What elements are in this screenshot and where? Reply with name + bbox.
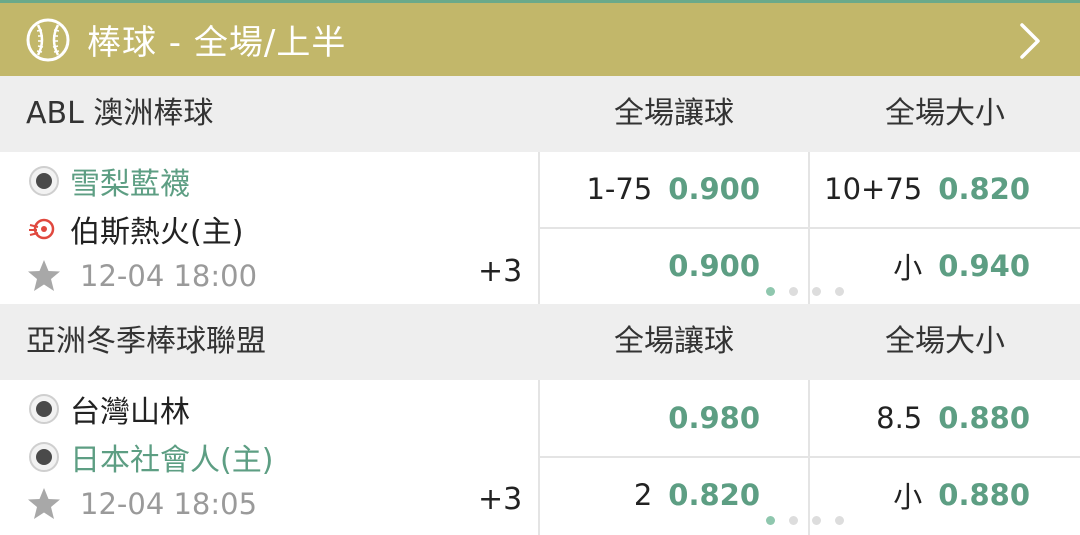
handicap-line: 2	[633, 478, 653, 512]
handicap-odds-away[interactable]: 2 0.820	[540, 458, 760, 532]
odds-value: 0.900	[668, 172, 760, 206]
total-line: 小	[893, 480, 923, 514]
home-team-name: 台灣山林	[70, 395, 190, 430]
page-dot	[835, 516, 844, 525]
page-dot	[835, 287, 844, 296]
page-indicator	[766, 516, 844, 525]
team-logo-icon	[29, 218, 55, 240]
team-logo-icon	[29, 166, 59, 196]
home-team-name: 雪梨藍襪	[70, 167, 190, 202]
column-header-overunder: 全場大小	[885, 96, 1005, 131]
league-header: 亞洲冬季棒球聯盟 全場讓球 全場大小	[0, 304, 1080, 380]
away-team-name: 伯斯熱火(主)	[70, 215, 244, 250]
match-time-row: 12-04 18:05	[26, 484, 257, 524]
column-header-handicap: 全場讓球	[614, 96, 734, 131]
league-header: ABL 澳洲棒球 全場讓球 全場大小	[0, 76, 1080, 152]
star-icon[interactable]	[26, 486, 62, 522]
column-header-overunder: 全場大小	[885, 324, 1005, 359]
page-dot	[812, 287, 821, 296]
league-name: ABL 澳洲棒球	[26, 96, 214, 131]
team-logo-icon	[29, 394, 59, 424]
overunder-odds-over[interactable]: 10+75 0.820	[810, 152, 1030, 226]
odds-value: 0.880	[938, 401, 1030, 435]
home-team[interactable]: 雪梨藍襪	[28, 161, 190, 202]
match-datetime: 12-04 18:05	[80, 487, 258, 521]
league-name: 亞洲冬季棒球聯盟	[26, 324, 266, 359]
more-markets-count[interactable]: +3	[478, 254, 522, 289]
page-dot	[789, 287, 798, 296]
odds-value: 0.980	[668, 401, 760, 435]
column-header-handicap: 全場讓球	[614, 324, 734, 359]
handicap-odds-away[interactable]: 0.900	[540, 229, 760, 303]
total-line: 小	[893, 251, 923, 285]
handicap-odds-home[interactable]: 1-75 0.900	[540, 152, 760, 226]
page-dot	[812, 516, 821, 525]
sport-header[interactable]: 棒球 - 全場/上半	[0, 3, 1080, 76]
total-line: 8.5	[876, 401, 923, 435]
odds-value: 0.820	[668, 478, 760, 512]
odds-value: 0.880	[938, 478, 1030, 512]
page-dot	[789, 516, 798, 525]
away-team[interactable]: 日本社會人(主)	[28, 437, 274, 478]
page-dot	[766, 287, 775, 296]
odds-value: 0.940	[938, 249, 1030, 283]
match-datetime: 12-04 18:00	[80, 259, 258, 293]
handicap-line: 1-75	[586, 172, 653, 206]
away-team-name: 日本社會人(主)	[70, 443, 274, 478]
odds-value: 0.900	[668, 249, 760, 283]
match-time-row: 12-04 18:00	[26, 256, 257, 296]
total-line: 10+75	[824, 172, 923, 206]
home-team[interactable]: 台灣山林	[28, 389, 190, 430]
odds-value: 0.820	[938, 172, 1030, 206]
page-indicator	[766, 287, 844, 296]
overunder-odds-over[interactable]: 8.5 0.880	[810, 381, 1030, 455]
away-team[interactable]: 伯斯熱火(主)	[28, 209, 244, 250]
header-title: 棒球 - 全場/上半	[87, 23, 347, 63]
chevron-right-icon[interactable]	[1012, 21, 1046, 61]
handicap-odds-home[interactable]: 0.980	[540, 381, 760, 455]
baseball-icon	[26, 18, 70, 61]
team-logo-icon	[29, 442, 59, 472]
more-markets-count[interactable]: +3	[478, 482, 522, 517]
page-dot	[766, 516, 775, 525]
star-icon[interactable]	[26, 258, 62, 294]
